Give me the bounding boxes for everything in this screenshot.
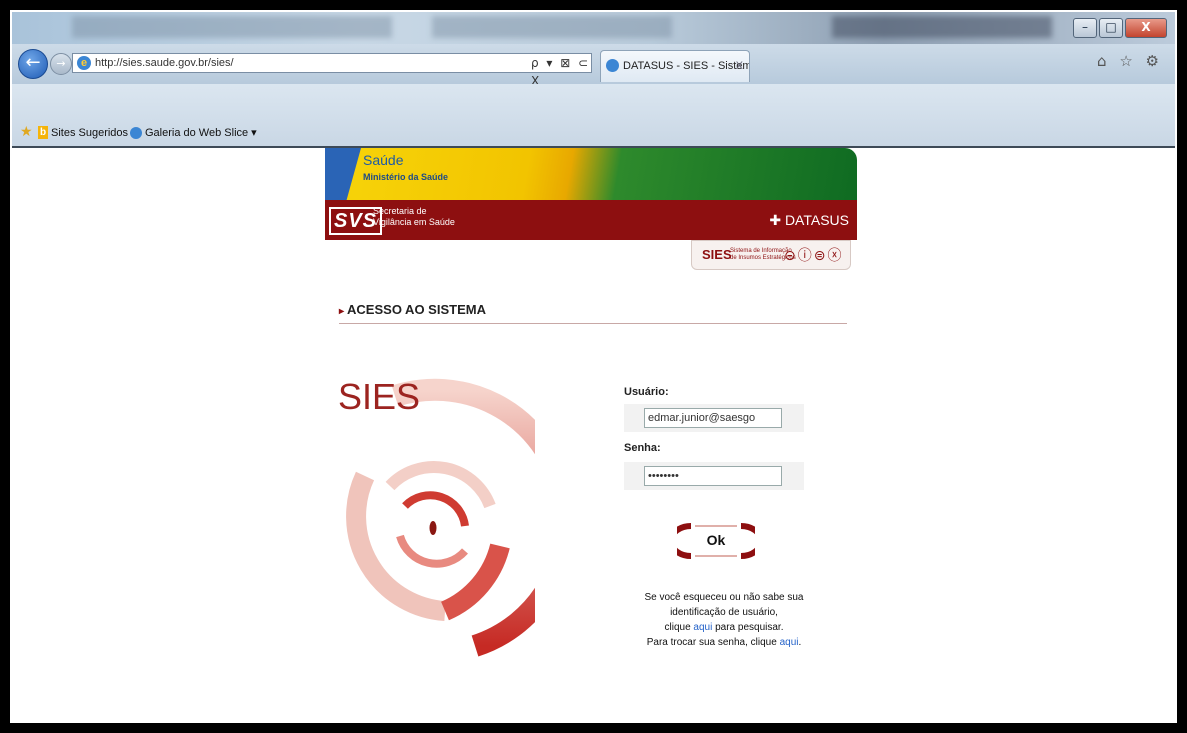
forward-button[interactable]: →: [50, 53, 72, 75]
blurred-region: [432, 16, 672, 38]
minimize-button[interactable]: –: [1073, 18, 1097, 38]
close-window-button[interactable]: X: [1125, 18, 1167, 38]
ok-button[interactable]: Ok: [668, 522, 764, 560]
blurred-region: [832, 16, 1052, 38]
navigation-bar: ← → e http://sies.saude.gov.br/sies/ ρ ▾…: [12, 44, 1175, 88]
favorites-bar: ★ b Sites Sugeridos ▾ Galeria do Web Sli…: [12, 84, 1175, 148]
tab-title: DATASUS - SIES - Sistema d...: [623, 60, 749, 72]
section-divider: [339, 323, 847, 324]
username-label: Usuário:: [624, 386, 669, 398]
saude-logo-icon: [325, 148, 361, 200]
arrow-bullet-icon: ▸: [339, 306, 345, 317]
sies-toolbar: SIES Sistema de Informação de Insumos Es…: [691, 240, 851, 270]
ie-page-icon: e: [77, 56, 91, 70]
help-line3-pre: clique: [664, 622, 694, 633]
title-bar: – □ X: [12, 12, 1175, 44]
help-line2: identificação de usuário,: [670, 607, 778, 618]
sies-mark: SIES: [702, 247, 732, 262]
bing-icon: b: [38, 126, 48, 139]
address-url: http://sies.saude.gov.br/sies/: [95, 57, 234, 69]
ie-tab-icon: [606, 59, 619, 72]
tab-close-icon[interactable]: X: [736, 51, 743, 81]
help-line4-post: .: [798, 637, 802, 648]
help-line4-pre: Para trocar sua senha, clique: [646, 637, 780, 648]
ok-button-label: Ok: [706, 532, 726, 548]
section-title-text: ACESSO AO SISTEMA: [347, 302, 486, 317]
search-user-link[interactable]: aqui: [693, 622, 712, 633]
tab-datasus[interactable]: DATASUS - SIES - Sistema d... X: [600, 50, 750, 82]
favorite-label: Galeria do Web Slice ▾: [145, 127, 257, 139]
maximize-button[interactable]: □: [1099, 18, 1123, 38]
help-line4: Para trocar sua senha, clique aqui.: [624, 635, 824, 650]
datasus-logo: ✚ DATASUS: [769, 212, 849, 228]
secretaria-line2: Vigilância em Saúde: [373, 217, 455, 227]
sies-desc-line1: Sistema de Informação: [730, 248, 792, 254]
change-password-link[interactable]: aqui: [780, 637, 799, 648]
password-label: Senha:: [624, 442, 661, 454]
favorite-sites-sugeridos[interactable]: b Sites Sugeridos ▾: [38, 126, 137, 139]
favorites-star-icon[interactable]: ★: [20, 124, 33, 140]
favorite-label: Sites Sugeridos ▾: [51, 127, 137, 139]
back-button[interactable]: ←: [18, 49, 48, 79]
address-bar[interactable]: e http://sies.saude.gov.br/sies/ ρ ▾ ⊠ ⊂…: [72, 53, 592, 88]
help-line1: Se você esqueceu ou não sabe sua: [644, 592, 804, 603]
secretaria-label: Secretaria de Vigilância em Saúde: [373, 206, 455, 228]
saude-title: Saúde: [363, 152, 404, 168]
arrow-left-icon: ←: [25, 52, 41, 73]
sies-logo-text: SIES: [338, 376, 421, 417]
help-line3-post: para pesquisar.: [712, 622, 784, 633]
username-field-box: [624, 404, 804, 432]
ministerio-label: Ministério da Saúde: [363, 172, 449, 182]
favorite-galeria-web-slice[interactable]: Galeria do Web Slice ▾: [130, 126, 257, 139]
window-controls: – □ X: [1073, 18, 1167, 38]
page-content: Saúde Ministério da Saúde SVS Secretaria…: [12, 148, 1175, 721]
help-text: Se você esqueceu ou não sabe sua identif…: [624, 590, 824, 650]
ie-icon: [130, 126, 142, 139]
section-title: ▸ ACESSO AO SISTEMA: [339, 302, 486, 317]
username-input[interactable]: [644, 408, 782, 428]
browser-window: – □ X ← → e http://sies.saude.gov.br/sie…: [10, 10, 1177, 723]
blurred-region: [72, 16, 392, 38]
help-line3: clique aqui para pesquisar.: [624, 620, 824, 635]
sies-logo-graphic: [346, 378, 535, 657]
password-input[interactable]: [644, 466, 782, 486]
secretaria-line1: Secretaria de: [373, 206, 427, 216]
password-field-box: [624, 462, 804, 490]
saude-banner: Saúde Ministério da Saúde: [325, 148, 857, 200]
arrow-right-icon: →: [56, 57, 66, 70]
home-favorites-tools-icons[interactable]: ⌂ ☆ ⚙: [1097, 52, 1163, 70]
header-banner: Saúde Ministério da Saúde SVS Secretaria…: [325, 148, 857, 270]
svs-banner: SVS Secretaria de Vigilância em Saúde ✚ …: [325, 200, 857, 240]
sies-action-icons[interactable]: ⊝ⓘ⊜ⓧ: [784, 245, 843, 265]
